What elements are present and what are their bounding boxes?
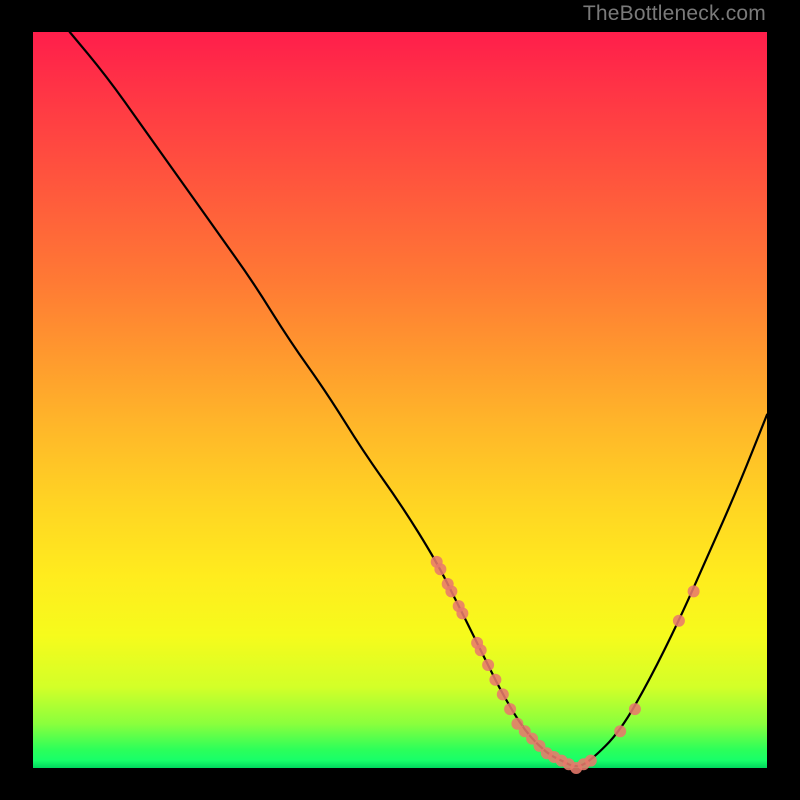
plot-area [33,32,767,768]
highlighted-point [497,688,509,700]
highlighted-point [688,585,700,597]
highlighted-point [585,755,597,767]
chart-frame: TheBottleneck.com [0,0,800,800]
highlighted-point [629,703,641,715]
highlighted-point [434,563,446,575]
bottleneck-curve-svg [33,32,767,768]
highlighted-point [456,607,468,619]
highlighted-point [475,644,487,656]
highlighted-point [673,615,685,627]
highlighted-point [445,585,457,597]
highlighted-point [504,703,516,715]
highlighted-point [614,725,626,737]
highlighted-point [489,674,501,686]
highlighted-point [482,659,494,671]
attribution-label: TheBottleneck.com [583,2,766,26]
bottleneck-curve [70,32,767,766]
highlighted-points-group [431,556,700,774]
